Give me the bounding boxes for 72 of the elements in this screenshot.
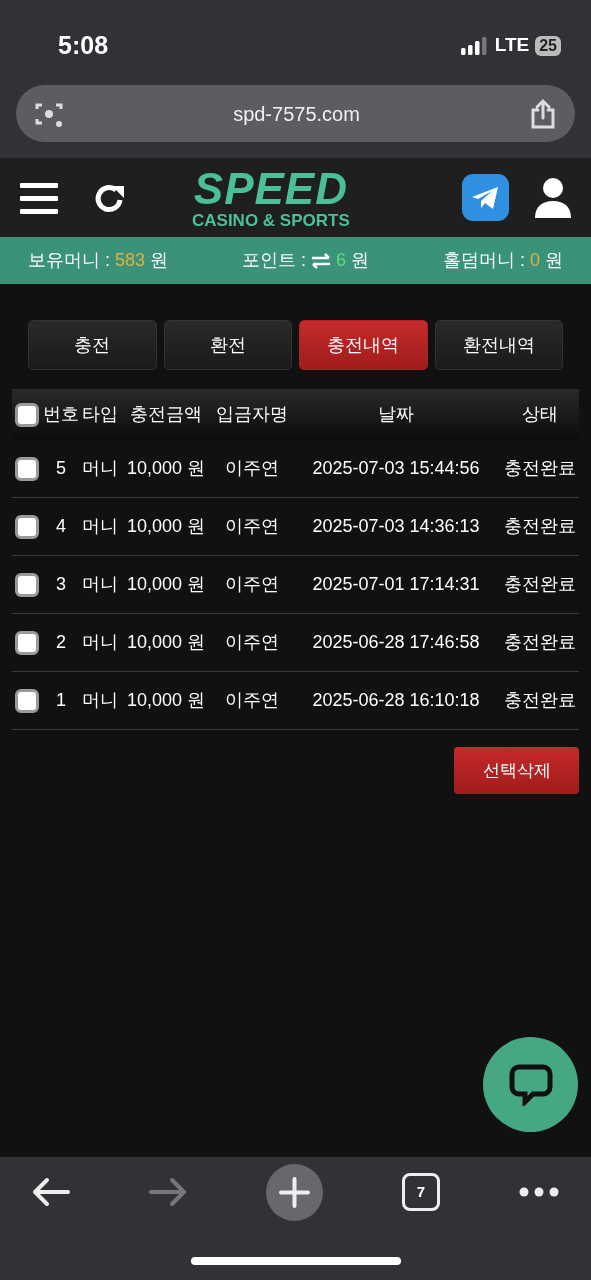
table-cell-text: 머니 (81, 689, 119, 712)
checkbox[interactable] (15, 572, 39, 597)
table-cell-text: 머니 (81, 573, 119, 596)
currency-unit: 원 (150, 249, 169, 272)
table-cell-text: 충전완료 (503, 457, 577, 480)
table-cell-text: 5 (55, 457, 67, 480)
table-cell-text: 10,000 원 (125, 457, 207, 480)
table-cell-text: 2025-07-03 15:44:56 (311, 457, 481, 480)
menu-icon[interactable] (20, 180, 58, 215)
table-cell-text: 머니 (81, 457, 119, 480)
chat-icon (508, 1063, 553, 1106)
table-cell-text: 이주연 (224, 573, 280, 596)
address-bar[interactable]: spd-7575.com (16, 85, 575, 142)
table-cell-text: 1 (55, 689, 67, 712)
table-cell-text: 4 (55, 515, 67, 538)
table-cell-text: 10,000 원 (125, 515, 207, 538)
checkbox[interactable] (15, 402, 39, 427)
balance-label: 보유머니 : (28, 249, 110, 272)
tab-count-button[interactable]: 7 (402, 1173, 440, 1211)
network-label: LTE (494, 33, 530, 58)
table-cell-text: 2025-06-28 16:10:18 (311, 689, 481, 712)
balance-label: 포인트 : (242, 249, 306, 272)
table-cell-text: 이주연 (224, 689, 280, 712)
table-cell-text: 머니 (81, 631, 119, 654)
delete-selected-button[interactable]: 선택삭제 (454, 747, 579, 794)
exchange-icon[interactable] (311, 252, 331, 269)
table-cell-text: 충전완료 (503, 515, 577, 538)
checkbox[interactable] (15, 514, 39, 539)
balance-value: 583 (115, 249, 146, 272)
table-cell-text: 머니 (81, 515, 119, 538)
table-cell-text: 10,000 원 (125, 631, 207, 654)
battery-indicator: 25 (535, 35, 561, 56)
column-header: 입금자명 (215, 403, 289, 426)
user-icon[interactable] (535, 177, 571, 218)
tab[interactable]: 충전내역 (299, 320, 428, 370)
column-header: 타입 (81, 403, 119, 426)
share-icon[interactable] (529, 97, 557, 130)
signal-icon (460, 36, 489, 55)
column-header: 상태 (521, 403, 559, 426)
table-cell-text: 2 (55, 631, 67, 654)
table-cell-text: 이주연 (224, 631, 280, 654)
currency-unit: 원 (351, 249, 370, 272)
column-header: 번호 (42, 403, 80, 426)
table-cell-text: 2025-07-01 17:14:31 (311, 573, 481, 596)
table-cell-text: 2025-07-03 14:36:13 (311, 515, 481, 538)
checkbox[interactable] (15, 688, 39, 713)
clock-time: 5:08 (58, 29, 109, 61)
more-icon[interactable] (519, 1187, 559, 1197)
table-cell-text: 이주연 (224, 515, 280, 538)
tab[interactable]: 환전내역 (434, 320, 563, 370)
table-cell-text: 이주연 (224, 457, 280, 480)
telegram-icon[interactable] (462, 174, 509, 221)
url-text: spd-7575.com (233, 101, 360, 127)
balance-value: 6 (336, 249, 347, 272)
table-cell-text: 충전완료 (503, 631, 577, 654)
table-cell-text: 10,000 원 (125, 573, 207, 596)
tab[interactable]: 환전 (163, 320, 292, 370)
currency-unit: 원 (545, 249, 563, 272)
tab[interactable]: 충전 (28, 320, 157, 370)
table-cell-text: 충전완료 (503, 689, 577, 712)
checkbox[interactable] (15, 456, 39, 481)
table-cell-text: 충전완료 (503, 573, 577, 596)
back-arrow-icon[interactable] (32, 1177, 70, 1207)
table-cell-text: 2025-06-28 17:46:58 (311, 631, 481, 654)
column-header: 충전금액 (129, 403, 203, 426)
balance-label: 홀덤머니 : (442, 249, 525, 272)
new-tab-icon[interactable] (266, 1163, 323, 1221)
table-cell-text: 10,000 원 (125, 689, 207, 712)
column-header: 날짜 (377, 403, 415, 426)
checkbox[interactable] (15, 630, 39, 655)
table-cell-text: 3 (55, 573, 67, 596)
balance-value: 0 (530, 249, 540, 272)
